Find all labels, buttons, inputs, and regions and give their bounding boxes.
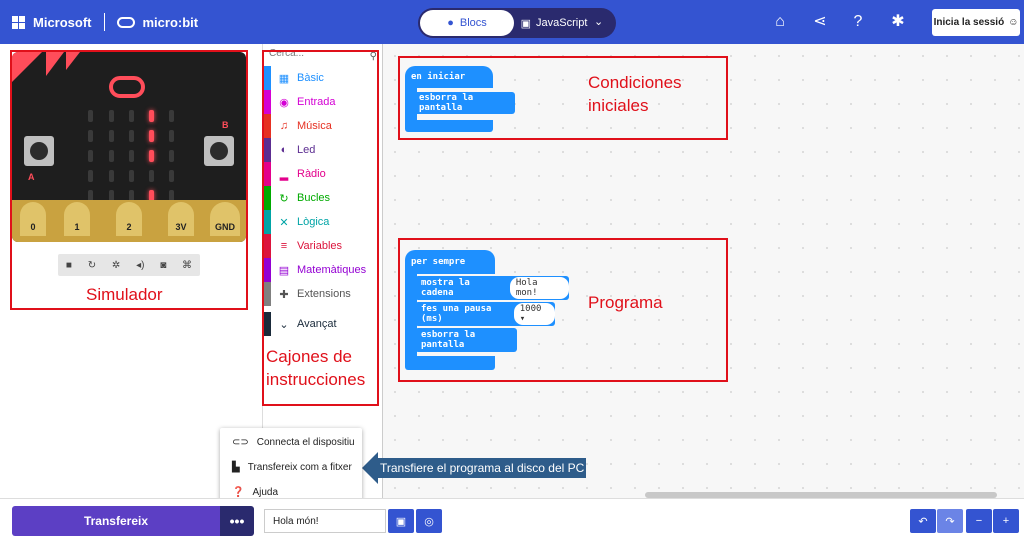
drawers-annotation: Cajones de instrucciones (266, 347, 366, 389)
zoom-out-icon[interactable]: − (966, 509, 992, 533)
brand-area[interactable]: Microsoft micro:bit (12, 0, 198, 44)
help-icon[interactable]: ? (848, 12, 868, 32)
share-icon[interactable]: ⋖ (810, 12, 830, 32)
microsoft-logo-icon (12, 15, 25, 29)
simulator-annotation: Simulador (86, 285, 163, 304)
project-name-input[interactable] (264, 509, 386, 533)
user-icon: ☺ (1008, 17, 1019, 28)
help-icon: ❓ (232, 486, 245, 498)
usb-icon: ⊂⊃ (232, 436, 249, 448)
zoom-in-icon[interactable]: + (993, 509, 1019, 533)
top-bar: Microsoft micro:bit ● Blocs ▣ JavaScript… (0, 0, 1024, 44)
chevron-down-icon[interactable]: ⌄ (594, 15, 603, 28)
bottom-bar: Transfereix ••• ▣ ◎ ↶ ↷ − + (0, 498, 1024, 538)
program-highlight (398, 238, 728, 382)
download-button[interactable]: Transfereix (12, 506, 220, 536)
github-icon[interactable]: ◎ (416, 509, 442, 533)
microbit-logo-icon (116, 16, 135, 28)
save-icon[interactable]: ▣ (388, 509, 414, 533)
program-annotation: Programa (588, 293, 663, 312)
javascript-mode-button[interactable]: ▣ JavaScript (516, 10, 592, 36)
undo-icon[interactable]: ↶ (910, 509, 936, 533)
menu-item-label: Transfereix com a fitxer (247, 461, 352, 473)
blocks-icon: ● (447, 17, 454, 29)
sign-in-label: Inicia la sessió (933, 17, 1005, 28)
brand-divider (103, 13, 105, 31)
home-icon[interactable]: ⌂ (770, 12, 790, 32)
sign-in-button[interactable]: Inicia la sessió ☺ (932, 9, 1020, 36)
menu-item-download-file[interactable]: ▙ Transfereix com a fitxer (232, 457, 352, 477)
product-name: micro:bit (142, 14, 199, 30)
microsoft-brand: Microsoft (33, 14, 92, 30)
callout-arrow-icon (362, 452, 378, 484)
editor-mode-toggle: ● Blocs ▣ JavaScript ⌄ (418, 8, 616, 38)
more-options-menu: ⊂⊃ Connecta el dispositiu ▙ Transfereix … (220, 428, 362, 506)
file-download-icon: ▙ (232, 461, 240, 473)
simulator-highlight (10, 50, 248, 310)
redo-icon[interactable]: ↷ (937, 509, 963, 533)
settings-icon[interactable]: ✱ (888, 12, 908, 32)
blocks-mode-button[interactable]: ● Blocs (420, 10, 514, 36)
blocks-mode-label: Blocs (459, 17, 487, 29)
javascript-mode-label: JavaScript (536, 17, 588, 29)
download-callout: Transfiere el programa al disco del PC (378, 458, 586, 478)
more-options-button[interactable]: ••• (220, 506, 254, 536)
menu-item-label: Ajuda (252, 486, 279, 498)
javascript-icon: ▣ (520, 17, 532, 30)
menu-item-connect[interactable]: ⊂⊃ Connecta el dispositiu (232, 432, 355, 452)
initial-conditions-annotation: Condiciones iniciales (588, 73, 682, 115)
menu-item-label: Connecta el dispositiu (256, 436, 355, 448)
